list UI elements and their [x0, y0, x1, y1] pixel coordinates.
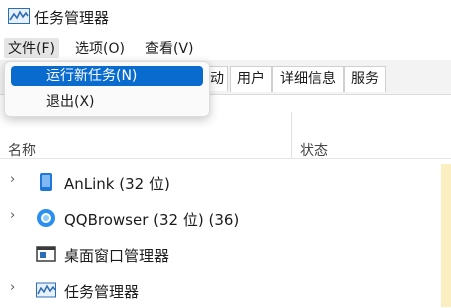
column-name-header[interactable]: 名称: [8, 140, 36, 160]
process-name: AnLink (32 位): [64, 175, 170, 193]
menu-item-exit[interactable]: 退出(X): [11, 92, 203, 112]
column-header: 名称 状态: [0, 112, 451, 159]
title-bar: 任务管理器: [0, 0, 451, 34]
column-status-header[interactable]: 状态: [300, 140, 328, 160]
table-row[interactable]: › QQBrowser (32 位) (36): [0, 200, 451, 236]
table-row[interactable]: › AnLink (32 位): [0, 164, 451, 200]
process-name: 任务管理器: [64, 283, 140, 301]
tab-services[interactable]: 服务: [344, 66, 386, 92]
tab-users[interactable]: 用户: [230, 66, 272, 92]
chevron-right-icon[interactable]: ›: [10, 281, 20, 294]
menu-bar: 文件(F) 选项(O) 查看(V): [0, 34, 451, 60]
menu-item-run-new-task[interactable]: 运行新任务(N): [11, 66, 203, 86]
process-name: 桌面窗口管理器: [64, 247, 170, 265]
qqbrowser-icon: [37, 209, 55, 227]
menu-view[interactable]: 查看(V): [141, 38, 198, 58]
menu-options[interactable]: 选项(O): [71, 38, 129, 58]
anlink-icon: [40, 173, 52, 191]
table-row[interactable]: 桌面窗口管理器: [0, 236, 451, 272]
menu-file[interactable]: 文件(F): [4, 38, 59, 58]
chevron-right-icon[interactable]: ›: [10, 209, 20, 222]
task-manager-icon: [36, 282, 56, 298]
process-name: QQBrowser (32 位) (36): [64, 211, 240, 229]
chevron-right-icon[interactable]: ›: [10, 173, 20, 186]
column-divider[interactable]: [291, 112, 292, 158]
tab-details[interactable]: 详细信息: [272, 66, 344, 92]
file-menu-dropdown: 运行新任务(N) 退出(X): [4, 61, 210, 117]
desktop-window-manager-icon: [36, 246, 56, 262]
task-manager-app-icon: [8, 8, 30, 24]
window-title: 任务管理器: [34, 9, 110, 27]
table-row[interactable]: › 任务管理器: [0, 272, 451, 308]
